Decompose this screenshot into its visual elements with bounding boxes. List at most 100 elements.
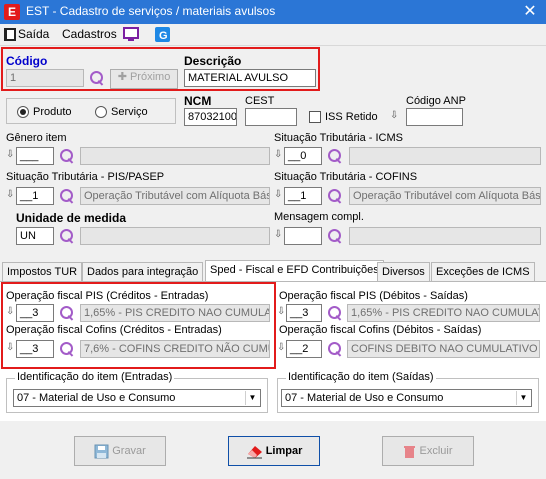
icms-search-icon[interactable] (327, 148, 343, 164)
cofins-out-search-icon[interactable] (327, 341, 343, 357)
pis-in-desc: 1,65% - PIS CREDITO NAO CUMULAT (80, 304, 270, 322)
id-out-value: 07 - Material de Uso e Consumo (285, 392, 444, 404)
tab-diversos[interactable]: Diversos (377, 262, 430, 282)
tab-sped[interactable]: Sped - Fiscal e EFD Contribuições (205, 260, 384, 282)
chevron-down-icon[interactable]: ▼ (245, 391, 259, 405)
next-button[interactable]: ✚ Próximo (110, 69, 178, 89)
servico-label: Serviço (111, 106, 148, 118)
iss-label: ISS Retido (325, 111, 378, 123)
genero-search-icon[interactable] (59, 148, 75, 164)
cofins-in-desc: 7,6% - COFINS CREDITO NÃO CUMU (80, 340, 270, 358)
clear-label: Limpar (265, 445, 303, 457)
unidade-desc (80, 227, 270, 245)
cofins-out-pin-icon: ⇩ (277, 342, 286, 353)
app-icon: E (4, 4, 20, 20)
id-in-label: Identificação do item (Entradas) (15, 371, 175, 383)
genero-desc (80, 147, 270, 165)
pis-out-label: Operação fiscal PIS (Débitos - Saídas) (279, 290, 468, 302)
clear-button[interactable]: Limpar (228, 436, 320, 466)
mensagem-field[interactable] (284, 227, 322, 245)
button-bar: Gravar Limpar Excluir (0, 425, 546, 479)
cofins-search-icon[interactable] (327, 188, 343, 204)
delete-button[interactable]: Excluir (382, 436, 474, 466)
save-icon (94, 444, 109, 459)
monitor-icon[interactable] (123, 27, 139, 42)
icms-field[interactable]: __0 (284, 147, 322, 165)
id-in-select[interactable]: 07 - Material de Uso e Consumo ▼ (13, 389, 261, 407)
type-group: Produto Serviço (6, 98, 176, 124)
codigo-label: Código (6, 54, 48, 68)
cofins-in-code[interactable]: __3 (16, 340, 54, 358)
cofins-field[interactable]: __1 (284, 187, 322, 205)
cest-label: CEST (245, 95, 275, 107)
genero-field[interactable]: ___ (16, 147, 54, 165)
cofins-label: Situação Tributária - COFINS (274, 171, 418, 183)
produto-label: Produto (33, 106, 72, 118)
cofins-in-search-icon[interactable] (59, 341, 75, 357)
menu-cadastros[interactable]: Cadastros (62, 27, 117, 41)
cofins-out-code[interactable]: __2 (286, 340, 322, 358)
pis-in-search-icon[interactable] (59, 305, 75, 321)
pis-field[interactable]: __1 (16, 187, 54, 205)
id-out-label: Identificação do item (Saídas) (286, 371, 436, 383)
pis-desc: Operação Tributável com Alíquota Bási (80, 187, 270, 205)
produto-radio[interactable] (17, 106, 29, 118)
tab-impostos-tur[interactable]: Impostos TUR (2, 262, 83, 282)
svg-text:G: G (159, 30, 168, 42)
pis-search-icon[interactable] (59, 188, 75, 204)
ncm-label: NCM (184, 94, 212, 108)
close-button[interactable]: ✕ (520, 2, 540, 22)
pis-out-pin-icon: ⇩ (277, 306, 286, 317)
trash-icon (404, 445, 416, 458)
delete-label: Excluir (419, 445, 453, 457)
icms-pin-icon: ⇩ (274, 149, 283, 160)
descricao-field[interactable]: MATERIAL AVULSO (184, 69, 316, 87)
unidade-label: Unidade de medida (16, 211, 127, 225)
mensagem-label: Mensagem compl. (274, 211, 364, 223)
tab-strip: Impostos TUR Dados para integração Sped … (0, 260, 546, 282)
codigo-field[interactable]: 1 (6, 69, 84, 87)
next-button-label: Próximo (129, 71, 171, 83)
eraser-icon (246, 445, 262, 459)
descricao-label: Descrição (184, 54, 242, 68)
cofins-desc: Operação Tributável com Alíquota Bási (349, 187, 541, 205)
title-bar: E EST - Cadastro de serviços / materiais… (0, 0, 546, 24)
anp-label: Código ANP (406, 95, 466, 107)
cest-field[interactable] (245, 108, 297, 126)
cofins-out-label: Operação fiscal Cofins (Débitos - Saídas… (279, 324, 482, 336)
icms-desc (349, 147, 541, 165)
tab-dados-integracao[interactable]: Dados para integração (82, 262, 204, 282)
window-title: EST - Cadastro de serviços / materiais a… (26, 4, 276, 18)
save-label: Gravar (112, 445, 146, 457)
g-icon[interactable]: G (155, 27, 170, 42)
pis-out-code[interactable]: __3 (286, 304, 322, 322)
servico-radio[interactable] (95, 106, 107, 118)
id-out-select[interactable]: 07 - Material de Uso e Consumo ▼ (281, 389, 532, 407)
anp-pin-icon: ⇩ (390, 110, 399, 121)
exit-icon[interactable] (4, 28, 16, 41)
pis-out-search-icon[interactable] (327, 305, 343, 321)
pis-in-code[interactable]: __3 (16, 304, 54, 322)
tab-excecoes-icms[interactable]: Exceções de ICMS (431, 262, 535, 282)
mensagem-desc (349, 227, 541, 245)
mensagem-pin-icon: ⇩ (274, 229, 283, 240)
id-out-group: Identificação do item (Saídas) 07 - Mate… (277, 371, 539, 413)
pis-in-pin-icon: ⇩ (6, 306, 15, 317)
id-in-value: 07 - Material de Uso e Consumo (17, 392, 176, 404)
ncm-field[interactable]: 87032100 (184, 108, 237, 126)
menu-exit[interactable]: Saída (18, 27, 49, 41)
save-button[interactable]: Gravar (74, 436, 166, 466)
id-in-group: Identificação do item (Entradas) 07 - Ma… (6, 371, 268, 413)
cofins-in-pin-icon: ⇩ (6, 342, 15, 353)
window: E EST - Cadastro de serviços / materiais… (0, 0, 546, 479)
unidade-field[interactable]: UN (16, 227, 54, 245)
codigo-search-icon[interactable] (89, 70, 105, 86)
mensagem-search-icon[interactable] (327, 228, 343, 244)
unidade-search-icon[interactable] (59, 228, 75, 244)
cofins-in-label: Operação fiscal Cofins (Créditos - Entra… (6, 324, 222, 336)
chevron-down-icon[interactable]: ▼ (516, 391, 530, 405)
cofins-out-desc: COFINS DEBITO NAO CUMULATIVO 7 (347, 340, 540, 358)
anp-field[interactable] (406, 108, 463, 126)
sped-panel: Operação fiscal PIS (Créditos - Entradas… (0, 281, 546, 421)
iss-checkbox[interactable] (309, 111, 321, 123)
